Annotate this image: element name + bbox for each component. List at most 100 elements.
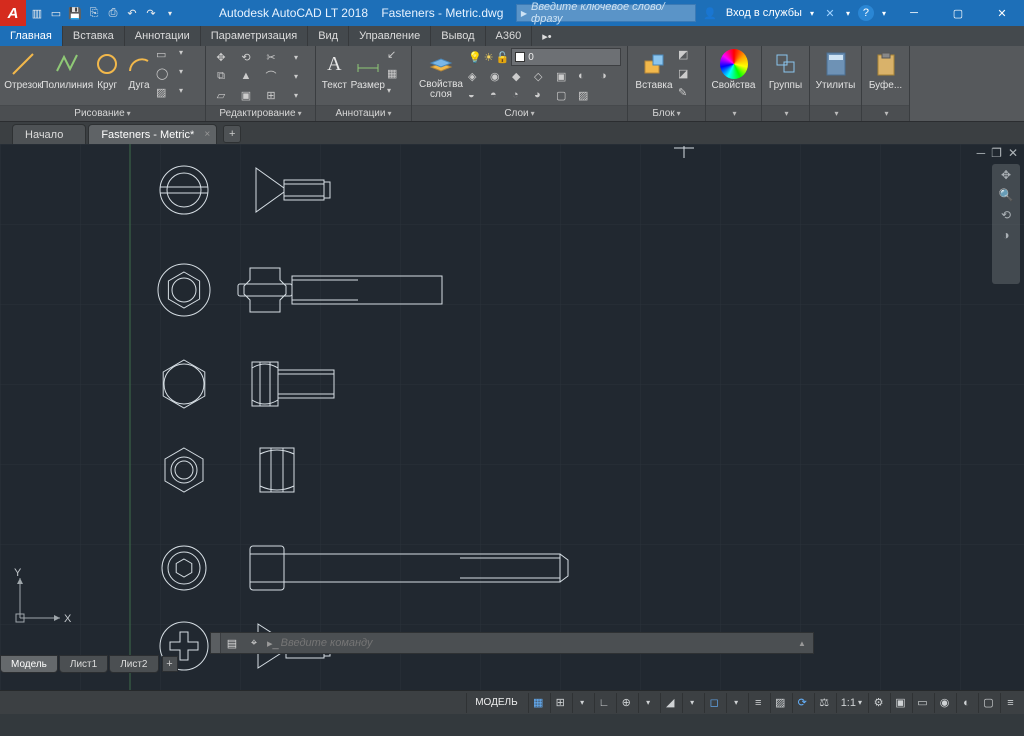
- circle-button[interactable]: Круг: [92, 48, 122, 104]
- scale-icon[interactable]: ▣: [235, 86, 257, 104]
- panel-clip-caption[interactable]: [882, 108, 888, 119]
- qat-saveas-icon[interactable]: ⎘: [85, 4, 103, 22]
- panel-block-caption[interactable]: Блок: [652, 108, 680, 119]
- help-icon[interactable]: ?: [858, 5, 874, 21]
- panel-utils-caption[interactable]: [832, 108, 838, 119]
- panel-groups-caption[interactable]: [782, 108, 788, 119]
- annot-dd[interactable]: ▾: [387, 86, 407, 104]
- drawing-area[interactable]: ─ ❐ ✕ ✥ 🔍 ⟲ ◑ X Y ▤ ⌖ ▸_ ▲ Модель Лист1 …: [0, 144, 1024, 690]
- utilities-button[interactable]: Утилиты: [814, 48, 857, 104]
- tab-annotate[interactable]: Аннотации: [125, 26, 201, 46]
- signin-dropdown-icon[interactable]: ▾: [810, 9, 814, 18]
- lt1[interactable]: ◈: [468, 70, 488, 83]
- arc-button[interactable]: Дуга: [124, 48, 154, 104]
- doc-tab-close-icon[interactable]: ×: [204, 129, 210, 140]
- properties-button[interactable]: Свойства: [710, 48, 757, 104]
- nav-wheel-icon[interactable]: ◑: [1002, 228, 1009, 242]
- table-icon[interactable]: ▦: [387, 67, 407, 85]
- draw-dd1-icon[interactable]: ▾: [179, 48, 201, 66]
- status-ortho-icon[interactable]: ∟: [594, 693, 614, 713]
- leader-icon[interactable]: ↙: [387, 48, 407, 66]
- status-gear-icon[interactable]: ⚙: [868, 693, 888, 713]
- mirror-icon[interactable]: ▲: [235, 67, 257, 85]
- help-dropdown-icon[interactable]: ▾: [882, 9, 886, 18]
- exchange-dropdown-icon[interactable]: ▾: [846, 9, 850, 18]
- qat-open-icon[interactable]: ▭: [47, 4, 65, 22]
- status-max-icon[interactable]: ▭: [912, 693, 932, 713]
- trim-icon[interactable]: ✂: [260, 48, 282, 66]
- edit-attr-icon[interactable]: ✎: [678, 86, 700, 104]
- panel-layers-caption[interactable]: Слои: [504, 108, 534, 119]
- lt12[interactable]: ▢: [556, 89, 576, 102]
- vp-close-icon[interactable]: ✕: [1008, 146, 1018, 160]
- panel-draw-caption[interactable]: Рисование: [74, 108, 130, 119]
- doc-tab-start[interactable]: Начало: [12, 124, 86, 144]
- nav-orbit-icon[interactable]: ⟲: [1001, 208, 1011, 222]
- nav-zoom-icon[interactable]: 🔍: [999, 188, 1014, 202]
- lt6[interactable]: ◐: [578, 70, 598, 82]
- tab-view[interactable]: Вид: [308, 26, 349, 46]
- status-dd3[interactable]: ▾: [682, 693, 702, 713]
- tab-parametric[interactable]: Параметризация: [201, 26, 308, 46]
- hatch-icon[interactable]: ▨: [156, 86, 178, 104]
- help-search-input[interactable]: Введите ключевое слово/фразу: [516, 4, 696, 22]
- status-isolate-icon[interactable]: ◐: [956, 693, 976, 713]
- tab-expand[interactable]: ▸•: [532, 26, 561, 46]
- rotate-icon[interactable]: ⟲: [235, 48, 257, 66]
- panel-annot-caption[interactable]: Аннотации: [335, 108, 391, 119]
- status-polar-icon[interactable]: ⊕: [616, 693, 636, 713]
- qat-dropdown-icon[interactable]: ▾: [161, 4, 179, 22]
- clipboard-button[interactable]: Буфе...: [868, 48, 904, 104]
- window-close-button[interactable]: ✕: [980, 0, 1024, 26]
- app-logo[interactable]: A: [0, 0, 26, 26]
- status-monitor-icon[interactable]: ▣: [890, 693, 910, 713]
- status-hardware-icon[interactable]: ◉: [934, 693, 954, 713]
- lt9[interactable]: ◓: [490, 89, 510, 101]
- ellipse-icon[interactable]: ◯: [156, 67, 178, 85]
- lt5[interactable]: ▣: [556, 70, 576, 83]
- nav-pan-icon[interactable]: ✥: [1001, 168, 1011, 182]
- cmdline-grip[interactable]: [211, 633, 221, 653]
- command-input[interactable]: [281, 637, 791, 649]
- rectangle-icon[interactable]: ▭: [156, 48, 178, 66]
- status-model-button[interactable]: МОДЕЛЬ: [466, 693, 525, 713]
- draw-dd2-icon[interactable]: ▾: [179, 67, 201, 85]
- tab-output[interactable]: Вывод: [431, 26, 485, 46]
- layer-bulb-icon[interactable]: 💡: [468, 51, 482, 64]
- status-annoscale-icon[interactable]: ⚖: [814, 693, 834, 713]
- command-line[interactable]: ▤ ⌖ ▸_ ▲: [210, 632, 814, 654]
- exchange-icon[interactable]: ✕: [822, 5, 838, 21]
- tab-a360[interactable]: A360: [486, 26, 533, 46]
- qat-undo-icon[interactable]: ↶: [123, 4, 141, 22]
- create-block-icon[interactable]: ◩: [678, 48, 700, 66]
- layer-freeze-icon[interactable]: ☀: [484, 51, 494, 64]
- polyline-button[interactable]: Полилиния: [44, 48, 90, 104]
- status-clean-icon[interactable]: ▢: [978, 693, 998, 713]
- status-cycling-icon[interactable]: ⟳: [792, 693, 812, 713]
- copy-icon[interactable]: ⧉: [210, 67, 232, 85]
- fillet-icon[interactable]: ⌒: [260, 67, 282, 85]
- status-iso-icon[interactable]: ◢: [660, 693, 680, 713]
- draw-dd3-icon[interactable]: ▾: [179, 86, 201, 104]
- edit-block-icon[interactable]: ◪: [678, 67, 700, 85]
- line-button[interactable]: Отрезок: [4, 48, 42, 104]
- status-custom-icon[interactable]: ≡: [1000, 693, 1020, 713]
- layout-tab-sheet1[interactable]: Лист1: [59, 655, 108, 673]
- status-dd4[interactable]: ▾: [726, 693, 746, 713]
- layer-lock-icon[interactable]: 🔓: [496, 51, 510, 64]
- window-minimize-button[interactable]: ─: [892, 0, 936, 26]
- lt4[interactable]: ◇: [534, 70, 554, 83]
- array-icon[interactable]: ⊞: [260, 86, 282, 104]
- insert-block-button[interactable]: Вставка: [632, 48, 676, 104]
- lt8[interactable]: ◒: [468, 89, 488, 101]
- layout-tab-sheet2[interactable]: Лист2: [109, 655, 158, 673]
- lt10[interactable]: ◔: [512, 89, 532, 101]
- doc-tab-add-button[interactable]: +: [223, 125, 241, 143]
- status-dd1[interactable]: ▾: [572, 693, 592, 713]
- dimension-button[interactable]: Размер: [351, 48, 385, 104]
- layer-props-button[interactable]: Свойства слоя: [416, 48, 466, 104]
- status-lweight-icon[interactable]: ≡: [748, 693, 768, 713]
- lt3[interactable]: ◆: [512, 70, 532, 83]
- vp-restore-icon[interactable]: ❐: [991, 146, 1002, 160]
- panel-props-caption[interactable]: [730, 108, 736, 119]
